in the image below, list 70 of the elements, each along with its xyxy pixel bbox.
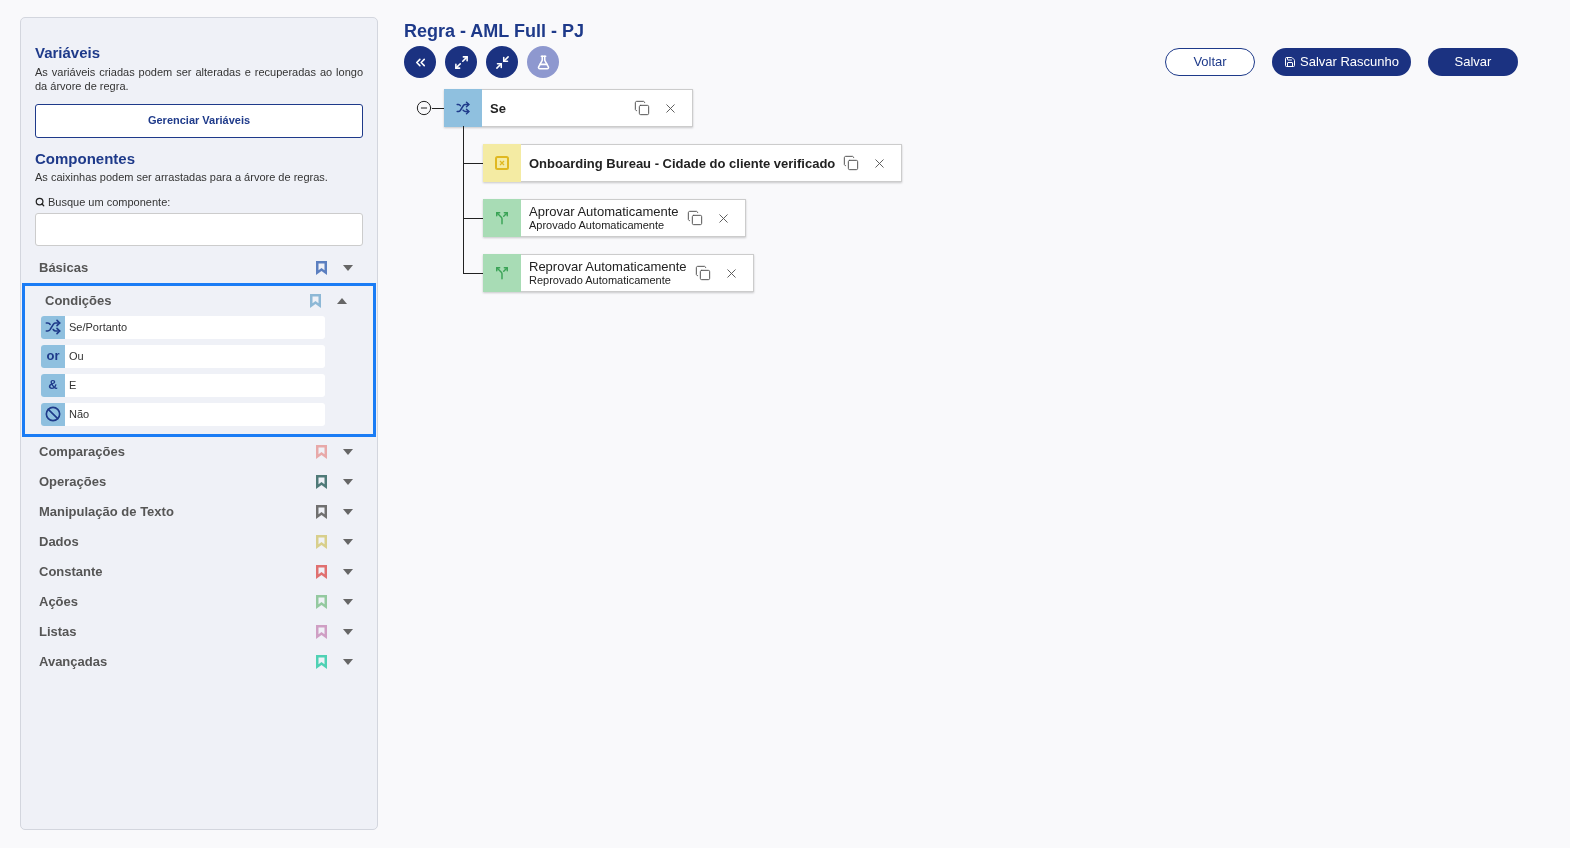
category-title[interactable]: Manipulação de Texto [39, 501, 316, 522]
caret-down-icon[interactable] [343, 508, 353, 515]
bookmark-icon[interactable] [316, 564, 327, 579]
expand-button[interactable] [445, 46, 477, 78]
section-title: Variáveis [35, 43, 102, 63]
bookmark-icon[interactable] [316, 260, 327, 275]
shuffle-icon [45, 319, 61, 335]
node-title: Aprovar Automaticamente [529, 204, 679, 219]
operator-symbol: or [46, 347, 60, 366]
ban-icon [45, 406, 61, 422]
category-title[interactable]: Listas [39, 621, 316, 642]
collapse-button[interactable] [404, 46, 436, 78]
node-subtitle: Aprovado Automaticamente [529, 219, 666, 232]
component-label: Ou [69, 348, 84, 364]
component-item[interactable]: & E [41, 373, 325, 397]
node-title: Se [490, 100, 507, 116]
component-item[interactable]: Se/Portanto [41, 315, 325, 339]
flask-icon [535, 54, 551, 70]
component-label: Se/Portanto [69, 319, 128, 335]
caret-down-icon[interactable] [343, 264, 353, 271]
component-label: Não [69, 406, 90, 422]
component-item[interactable]: Não [41, 402, 325, 426]
collapse-node-icon[interactable] [416, 100, 432, 116]
category-title[interactable]: Básicas [39, 257, 316, 278]
arrows-icon [453, 54, 469, 70]
bookmark-icon[interactable] [316, 474, 327, 489]
fork-icon [495, 211, 509, 225]
category-title[interactable]: Avançadas [39, 651, 316, 672]
caret-down-icon[interactable] [343, 538, 353, 545]
search-field[interactable] [35, 212, 363, 246]
node-subtitle: Reprovado Automaticamente [529, 274, 672, 287]
save-button[interactable]: Salvar [1428, 48, 1518, 76]
caret-down-icon[interactable] [343, 658, 353, 665]
caret-down-icon[interactable] [343, 568, 353, 575]
fork-icon [495, 266, 509, 280]
component-label: E [69, 377, 77, 393]
save-draft-button[interactable]: Salvar Rascunho [1272, 48, 1411, 76]
node-title: Onboarding Bureau - Cidade do cliente verificado [529, 155, 836, 171]
node-title: Reprovar Automaticamente [529, 259, 687, 274]
copy-icon[interactable] [843, 155, 860, 171]
bookmark-icon[interactable] [316, 504, 327, 519]
caret-down-icon[interactable] [343, 628, 353, 635]
shrink-button[interactable] [486, 46, 518, 78]
category-title[interactable]: Constante [39, 561, 316, 582]
category-title[interactable]: Dados [39, 531, 316, 552]
manage-variables-button[interactable]: Gerenciar Variáveis [35, 103, 363, 138]
shuffle-icon [456, 101, 470, 115]
caret-down-icon[interactable] [343, 478, 353, 485]
copy-icon[interactable] [694, 265, 711, 281]
search-label: Busque um componente: [48, 195, 171, 210]
operator-symbol: & [48, 376, 58, 395]
caret-down-icon[interactable] [343, 598, 353, 605]
back-button[interactable]: Voltar [1165, 48, 1255, 76]
section-description: As caixinhas podem ser arrastadas para a árvore de regras. [35, 170, 329, 184]
arrows-icon [494, 54, 510, 70]
component-item[interactable]: or Ou [41, 344, 325, 368]
category-title[interactable]: Operações [39, 471, 316, 492]
floppy-icon [1284, 56, 1296, 68]
copy-icon[interactable] [686, 210, 703, 226]
page-title: Regra - AML Full - PJ [404, 20, 586, 43]
section-title: Componentes [35, 148, 136, 169]
category-title[interactable]: Comparações [39, 441, 316, 462]
category-title[interactable]: Ações [39, 591, 316, 612]
search-icon [35, 197, 45, 208]
section-description: As variáveis criadas podem ser alteradas e recuperadas ao longo da árvore de regra. [35, 64, 363, 93]
copy-icon[interactable] [634, 100, 650, 116]
caret-down-icon[interactable] [343, 448, 353, 455]
category-title[interactable]: Condições [45, 290, 310, 311]
variable-icon [495, 156, 509, 170]
caret-up-icon[interactable] [337, 297, 347, 304]
